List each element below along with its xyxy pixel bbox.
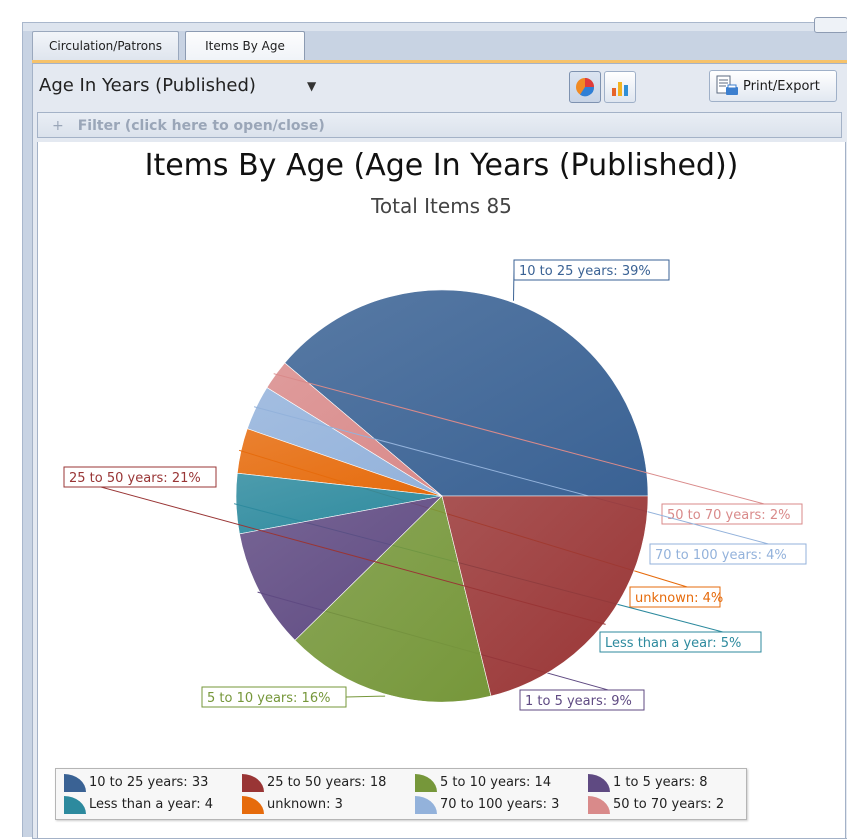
data-label: 1 to 5 years: 9% [525,694,632,709]
print-export-icon [716,75,738,95]
legend-label: 10 to 25 years: 33 [89,775,209,790]
data-label: Less than a year: 5% [605,636,741,651]
legend-label: 70 to 100 years: 3 [440,797,560,812]
legend-item[interactable]: Less than a year: 4 [64,795,213,815]
tab-circulation-patrons[interactable]: Circulation/Patrons [32,31,179,60]
legend-label: 5 to 10 years: 14 [440,775,552,790]
data-label: 25 to 50 years: 21% [69,471,201,486]
data-label: 5 to 10 years: 16% [207,691,330,706]
legend-label: unknown: 3 [267,797,343,812]
data-label: unknown: 4% [635,591,723,606]
expand-plus-icon: + [52,118,64,134]
data-label: 10 to 25 years: 39% [519,264,651,279]
chevron-down-icon: ▼ [307,79,317,93]
legend-label: 1 to 5 years: 8 [613,775,708,790]
bar-chart-toggle[interactable] [604,71,636,103]
data-label: 70 to 100 years: 4% [655,548,787,563]
tab-items-by-age[interactable]: Items By Age [185,31,305,62]
pie-chart-icon [576,78,595,97]
legend-item[interactable]: 70 to 100 years: 3 [415,795,559,815]
items-by-age-panel: Age In Years (Published) ▼ Print/Export … [32,63,847,839]
legend-swatch-icon [415,795,437,814]
print-export-label: Print/Export [743,78,820,94]
print-export-button[interactable]: Print/Export [709,70,837,102]
legend-swatch-icon [64,773,86,792]
legend-item[interactable]: unknown: 3 [242,795,343,815]
legend-swatch-icon [415,773,437,792]
legend-swatch-icon [64,795,86,814]
data-label: 50 to 70 years: 2% [667,508,790,523]
label-leader-line [345,695,386,698]
legend-item[interactable]: 1 to 5 years: 8 [588,773,708,793]
legend-item[interactable]: 10 to 25 years: 33 [64,773,208,793]
legend-swatch-icon [588,773,610,792]
legend-swatch-icon [242,795,264,814]
report-window: ⋮ Circulation/Patrons Items By Age Age I… [22,17,847,839]
pie-chart: 10 to 25 years: 39% 50 to 70 years: 2% 70 … [63,259,807,711]
toolbar: Age In Years (Published) ▼ Print/Export [33,64,847,108]
age-type-select-value: Age In Years (Published) [39,75,256,96]
pie-chart-toggle[interactable] [569,71,601,103]
legend-swatch-icon [242,773,264,792]
chart-legend: 10 to 25 years: 33 25 to 50 years: 18 5 to… [55,768,747,820]
legend-item[interactable]: 50 to 70 years: 2 [588,795,724,815]
chart-area: Items By Age (Age In Years (Published)) … [37,142,846,838]
legend-label: 50 to 70 years: 2 [613,797,725,812]
legend-label: 25 to 50 years: 18 [267,775,387,790]
filter-label: Filter (click here to open/close) [77,118,325,134]
window-corner-button[interactable] [814,17,847,33]
bar-chart-icon [612,82,628,96]
legend-label: Less than a year: 4 [89,797,214,812]
legend-item[interactable]: 5 to 10 years: 14 [415,773,551,793]
age-type-select[interactable]: Age In Years (Published) ▼ [39,74,339,98]
legend-swatch-icon [588,795,610,814]
window-top-strip [23,23,847,31]
filter-toggle-bar[interactable]: + Filter (click here to open/close) [37,112,842,138]
legend-item[interactable]: 25 to 50 years: 18 [242,773,386,793]
